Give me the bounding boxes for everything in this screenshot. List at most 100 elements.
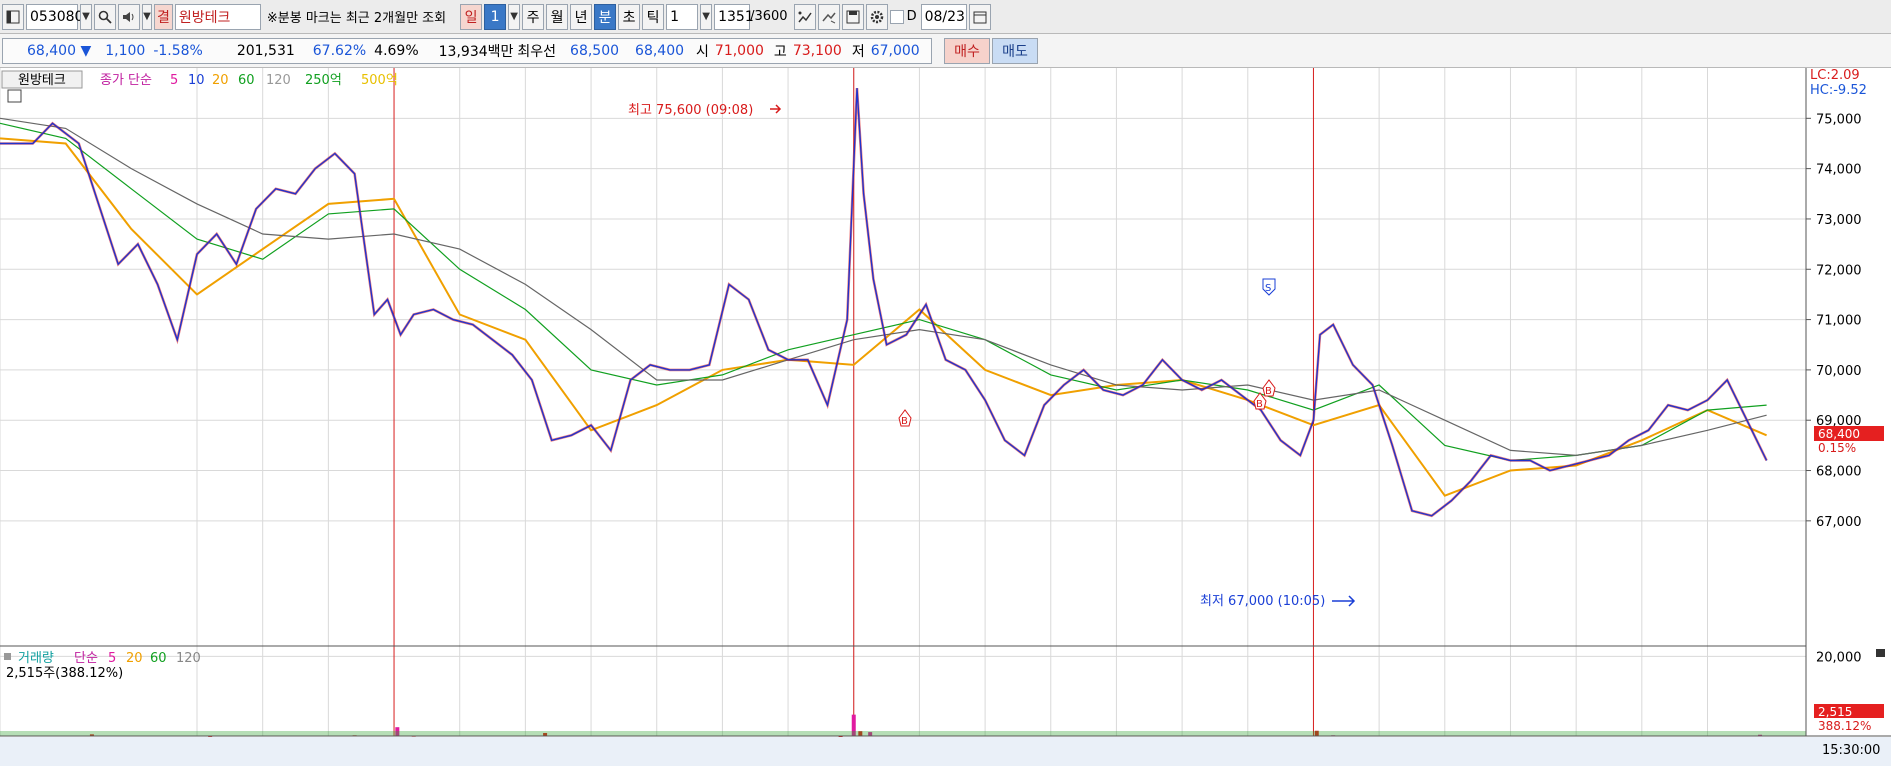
sell-button-label: 매도 [1002,43,1028,60]
chevron-down-icon: ▼ [143,11,151,22]
stock-badge-label: 결 [157,9,170,26]
legend-stock-name: 원방테크 [18,73,66,88]
hc-label: HC:-9.52 [1810,83,1867,98]
legend-250: 250억 [305,73,342,88]
period-second-label: 초 [622,9,636,26]
date-input[interactable]: 08/23 [920,3,967,30]
current-price-value: 68,400 [27,42,76,59]
period-year-label: 년 [574,9,588,26]
high-label: 고 [773,43,787,60]
legend-ma120: 120 [266,73,291,88]
volume-ma-band [0,731,1806,736]
period-week-tab[interactable]: 주 [522,3,545,30]
chevron-down-icon: ▼ [702,11,710,22]
marker-b-2-label: B [1256,399,1263,410]
period-day-count-label: 1 [490,8,500,25]
best-ask: 68,500 [570,42,620,59]
volume-current: 2,515주(388.12%) [6,666,123,681]
interval-input[interactable]: 1 [666,3,699,30]
code-dropdown-button[interactable]: ▼ [80,3,92,30]
trade-amount: 13,934백만 [438,43,514,60]
period-day-count[interactable]: 1 [484,3,507,30]
period-month-label: 월 [550,9,564,26]
legend-500: 500억 [361,73,398,88]
volume-ma-label: 단순 [74,651,98,666]
calendar-icon [973,11,987,23]
drawing-button[interactable] [817,3,840,30]
y-tick-label: 70,000 [1816,364,1862,379]
buy-button[interactable]: 매수 [944,37,990,64]
d-checkbox[interactable] [889,9,904,24]
period-dropdown-button[interactable]: ▼ [508,3,521,30]
stock-name-value: 원방테크 [178,9,231,26]
sound-dropdown-button[interactable]: ▼ [142,3,152,30]
volume-ma60: 60 [150,651,167,666]
interval-dropdown-button[interactable]: ▼ [700,3,713,30]
count-input[interactable]: 1351 [714,3,754,30]
stock-badge: 결 [154,3,173,30]
price-change: 1,100 [105,42,146,59]
period-month-tab[interactable]: 월 [546,3,569,30]
y-tick-label: 71,000 [1816,314,1862,329]
price-chart[interactable]: 75,00074,00073,00072,00071,00070,00069,0… [0,68,1891,766]
period-second-tab[interactable]: 초 [618,3,641,30]
period-tick-tab[interactable]: 틱 [642,3,665,30]
count-value: 1351 [718,8,754,25]
toolbar: 053080 ▼ ▼ 결 원방테크 ※분봉 마크는 최근 2개월만 조회 일 1… [0,0,1891,34]
high-annotation-text: 최고 75,600 (09:08) [628,103,753,118]
sell-button[interactable]: 매도 [992,37,1038,64]
legend-price-label: 종가 단순 [100,73,152,88]
chart-background [0,68,1891,766]
save-button[interactable] [841,3,864,30]
volume-legend-name: 거래량 [18,651,54,666]
volume-pct-tag-text: 388.12% [1818,719,1871,733]
legend-ma20: 20 [212,73,229,88]
y-tick-label: 67,000 [1816,515,1862,530]
chevron-down-icon: ▼ [510,11,518,22]
period-minute-tab[interactable]: 분 [594,3,617,30]
stock-name-field[interactable]: 원방테크 [174,3,261,30]
stock-code-input[interactable]: 053080 [26,3,83,30]
price-change-pct: -1.58% [153,42,203,59]
volume-ma5: 5 [108,651,116,666]
gear-icon [870,10,883,23]
high-price: 73,100 [792,42,842,59]
period-tick-label: 틱 [646,9,660,26]
grid-toggle-icon[interactable] [7,89,22,103]
volume-ma120: 120 [176,651,201,666]
period-day-label: 일 [464,9,478,26]
period-day-tab[interactable]: 일 [460,3,483,30]
chart-tools-button[interactable] [793,3,816,30]
panel-collapse-icon[interactable] [1876,649,1885,657]
speaker-icon [123,11,134,22]
volume-tick-label: 20,000 [1816,650,1862,665]
marker-b-1-label: B [901,416,908,427]
quote-summary: 68,400 ▼ 1,100 -1.58% 201,531 67.62% 4.6… [2,37,932,64]
low-label: 저 [851,43,865,60]
date-value: 08/23 [924,8,965,25]
stock-code-value: 053080 [30,8,84,25]
low-price: 67,000 [870,42,920,59]
y-tick-label: 75,000 [1816,112,1862,127]
count-total: /3600 [750,9,788,24]
y-tick-label: 68,000 [1816,465,1862,480]
interval-value: 1 [670,8,680,25]
y-tick-label: 72,000 [1816,263,1862,278]
period-year-tab[interactable]: 년 [570,3,593,30]
settings-button[interactable] [865,3,888,30]
current-price: 68,400 ▼ [27,43,91,59]
search-button[interactable] [94,3,116,30]
volume-legend-icon [4,653,11,660]
volume-ma20: 20 [126,651,143,666]
open-label: 시 [696,43,709,60]
search-icon [98,10,112,24]
buy-button-label: 매수 [954,43,980,60]
sound-button[interactable] [118,3,140,30]
calendar-button[interactable] [968,3,991,30]
down-arrow-icon: ▼ [80,42,92,59]
notice-text: ※분봉 마크는 최근 2개월만 조회 [266,11,447,26]
marker-s-label: S [1265,283,1271,294]
d-checkbox-label: D [906,9,917,24]
y-tick-label: 73,000 [1816,213,1862,228]
layout-icon[interactable] [2,3,24,30]
